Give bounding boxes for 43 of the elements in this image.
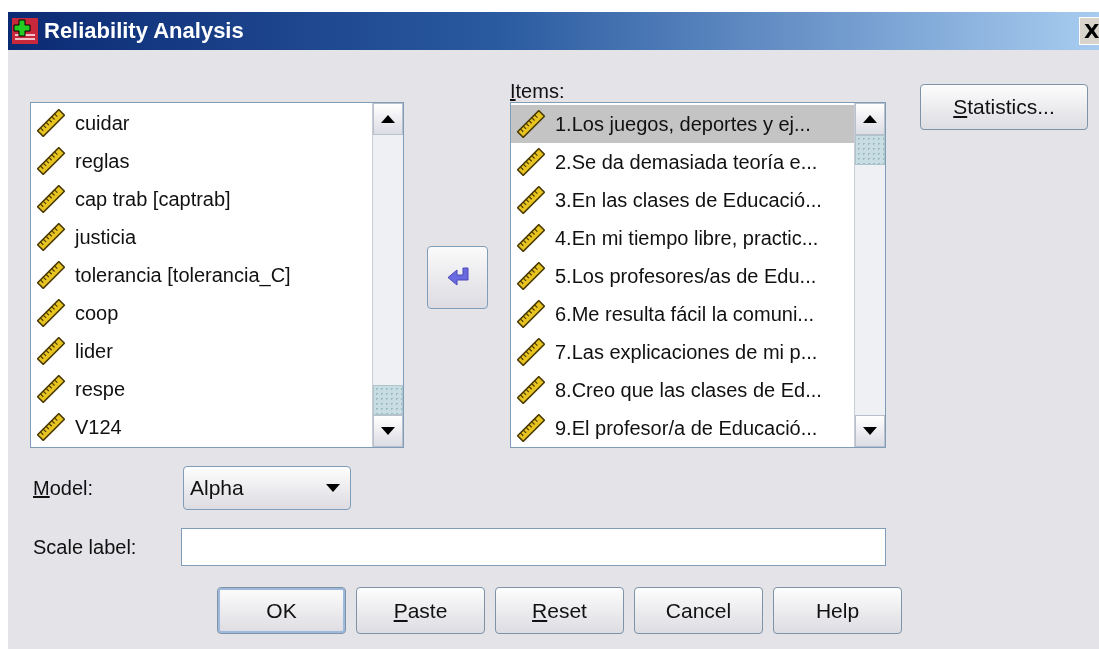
dialog-button[interactable]: Cancel	[634, 587, 763, 634]
items-label: Items:	[510, 80, 566, 102]
list-item[interactable]: V124	[31, 408, 372, 446]
list-item[interactable]: 5.Los profesores/as de Edu...	[511, 257, 854, 295]
list-item[interactable]: coop	[31, 294, 372, 332]
list-item[interactable]: 3.En las clases de Educació...	[511, 181, 854, 219]
list-item[interactable]: reglas	[31, 142, 372, 180]
dialog-button[interactable]: OK	[217, 587, 346, 634]
list-item[interactable]: 6.Me resulta fácil la comuni...	[511, 295, 854, 333]
model-label: Model:	[32, 476, 95, 500]
dialog-button[interactable]: Reset	[495, 587, 624, 634]
scroll-up-icon	[863, 115, 877, 123]
close-button[interactable]: X	[1079, 17, 1099, 45]
model-dropdown[interactable]: Alpha	[183, 466, 351, 510]
list-item[interactable]: cap trab [captrab]	[31, 180, 372, 218]
list-item[interactable]: 2.Se da demasiada teoría e...	[511, 143, 854, 181]
dropdown-caret-icon	[326, 484, 340, 492]
app-icon	[12, 18, 38, 44]
scroll-up-icon	[381, 115, 395, 123]
list-item[interactable]: 1.Los juegos, deportes y ej...	[511, 105, 854, 143]
scrollbar[interactable]	[854, 103, 885, 447]
list-item[interactable]: justicia	[31, 218, 372, 256]
move-button[interactable]	[427, 246, 488, 309]
scroll-thumb[interactable]	[855, 135, 885, 165]
scroll-down-icon	[381, 427, 395, 435]
statistics-button[interactable]: Statistics...	[920, 84, 1088, 130]
list-item[interactable]: tolerancia [tolerancia_C]	[31, 256, 372, 294]
scroll-thumb[interactable]	[373, 385, 403, 415]
list-item[interactable]: respe	[31, 370, 372, 408]
scale-label-field[interactable]	[181, 528, 886, 566]
list-item[interactable]: 7.Las explicaciones de mi p...	[511, 333, 854, 371]
list-item[interactable]: cuidar	[31, 104, 372, 142]
window-title: Reliability Analysis	[44, 18, 245, 44]
list-item[interactable]: 9.El profesor/a de Educació...	[511, 409, 854, 447]
scrollbar[interactable]	[372, 103, 403, 447]
list-item[interactable]: 4.En mi tiempo libre, practic...	[511, 219, 854, 257]
list-item[interactable]: lider	[31, 332, 372, 370]
scroll-down-icon	[863, 427, 877, 435]
bent-arrow-icon	[446, 266, 469, 289]
list-item[interactable]: 8.Creo que las clases de Ed...	[511, 371, 854, 409]
dialog-button[interactable]: Paste	[356, 587, 485, 634]
scale-label-label: Scale label:	[32, 535, 138, 559]
dialog-button[interactable]: Help	[773, 587, 902, 634]
